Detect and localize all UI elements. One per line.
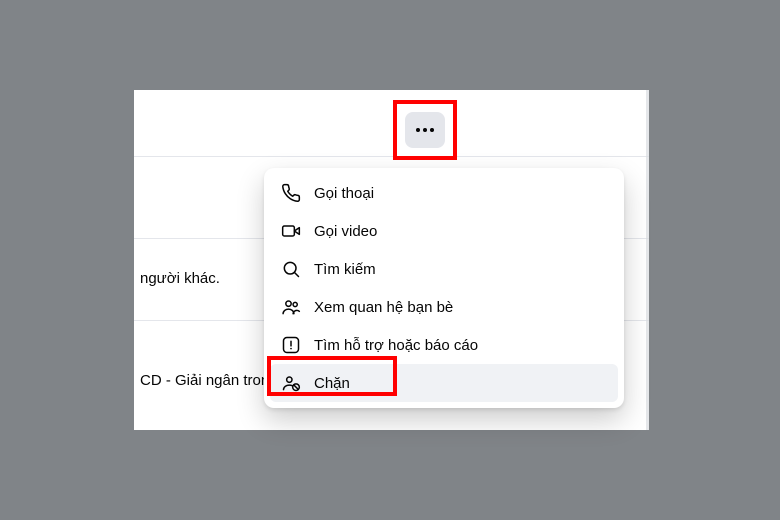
menu-item-label: Tìm kiếm <box>314 261 376 278</box>
menu-item-audio-call[interactable]: Gọi thoại <box>270 174 618 212</box>
background-text-fragment: CD - Giải ngân tron <box>140 372 269 389</box>
ellipsis-icon <box>416 128 434 132</box>
menu-item-report[interactable]: Tìm hỗ trợ hoặc báo cáo <box>270 326 618 364</box>
menu-item-label: Xem quan hệ bạn bè <box>314 299 453 316</box>
more-options-button[interactable] <box>405 112 445 148</box>
menu-item-search[interactable]: Tìm kiếm <box>270 250 618 288</box>
menu-item-see-friendship[interactable]: Xem quan hệ bạn bè <box>270 288 618 326</box>
friends-icon <box>280 296 302 318</box>
chat-panel: người khác. CD - Giải ngân tron Gọi thoạ… <box>134 90 649 430</box>
menu-item-label: Gọi thoại <box>314 185 374 202</box>
video-icon <box>280 220 302 242</box>
more-options-menu: Gọi thoại Gọi video Tìm kiếm Xem quan hệ… <box>264 168 624 408</box>
panel-scroll-edge <box>646 90 649 430</box>
background-text-fragment: người khác. <box>140 270 220 287</box>
report-icon <box>280 334 302 356</box>
menu-item-label: Gọi video <box>314 223 377 240</box>
menu-item-label: Tìm hỗ trợ hoặc báo cáo <box>314 337 478 354</box>
block-user-icon <box>280 372 302 394</box>
search-icon <box>280 258 302 280</box>
menu-item-block[interactable]: Chặn <box>270 364 618 402</box>
divider <box>134 156 649 157</box>
menu-item-video-call[interactable]: Gọi video <box>270 212 618 250</box>
menu-item-label: Chặn <box>314 375 350 392</box>
phone-icon <box>280 182 302 204</box>
screenshot-canvas: người khác. CD - Giải ngân tron Gọi thoạ… <box>0 0 780 520</box>
